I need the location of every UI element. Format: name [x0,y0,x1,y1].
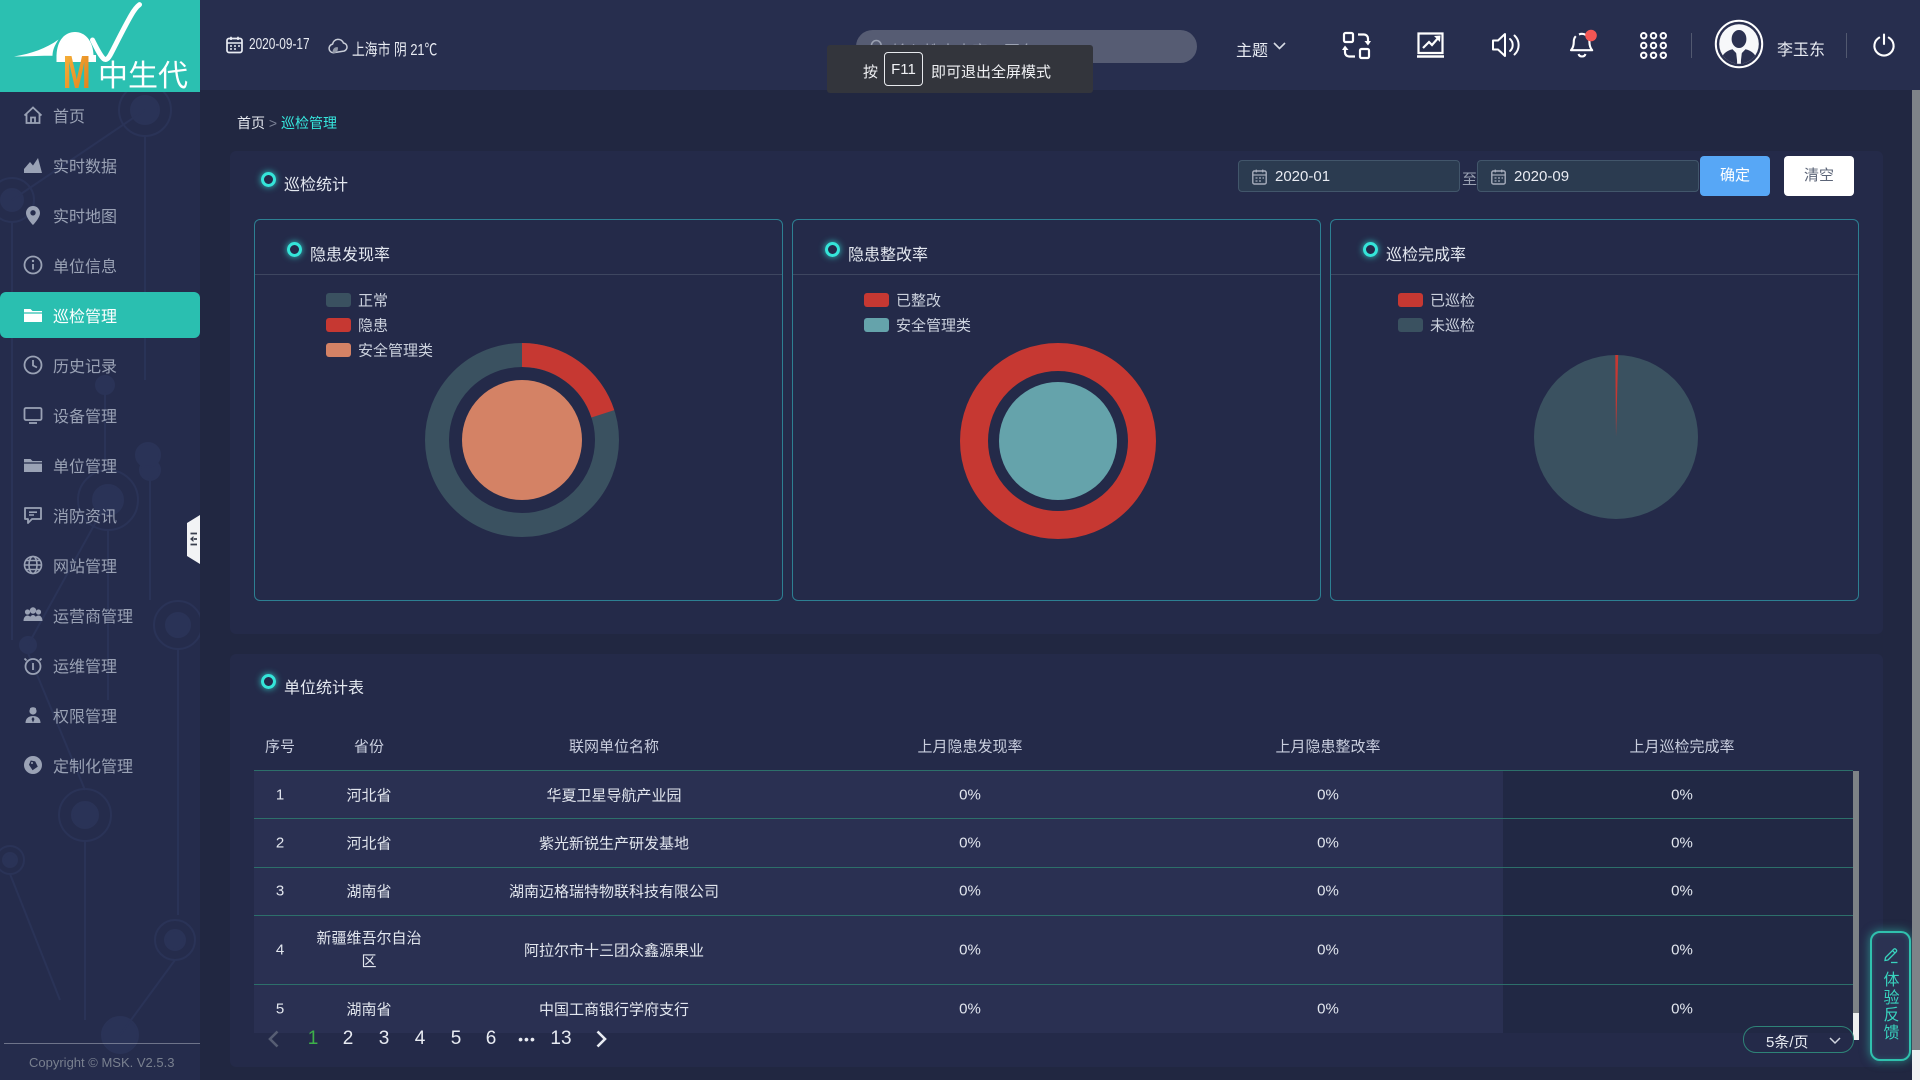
svg-text:M: M [63,47,91,92]
svg-text:中生代: 中生代 [98,60,188,92]
